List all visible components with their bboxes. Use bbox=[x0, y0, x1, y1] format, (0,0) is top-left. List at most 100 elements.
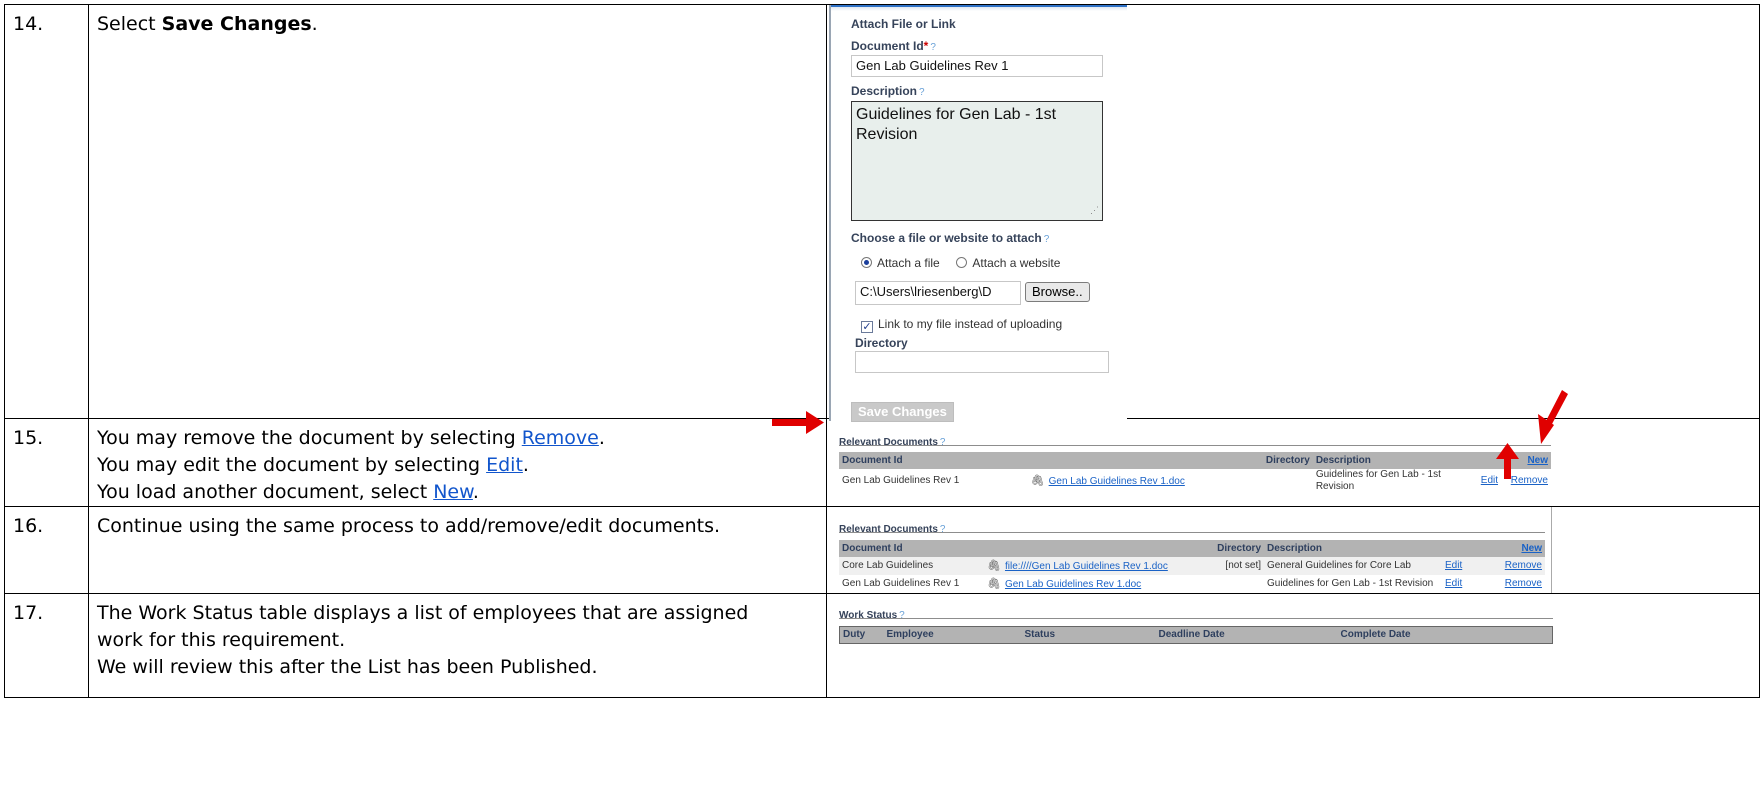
work-status-title-text: Work Status bbox=[839, 610, 898, 621]
step-line: work for this requirement. bbox=[97, 629, 346, 651]
choose-label: Choose a file or website to attach? bbox=[851, 231, 1049, 247]
step-text-pre: Select bbox=[97, 13, 162, 35]
table-header: Document Id Directory Description New bbox=[839, 452, 1551, 469]
new-link[interactable]: New bbox=[1527, 455, 1548, 466]
screenshot-cell: Relevant Documents? Document Id Director… bbox=[826, 418, 1760, 507]
col-document-id: Document Id bbox=[839, 540, 984, 557]
description-label: Description? bbox=[851, 84, 925, 100]
relevant-docs-table: Document Id Directory Description New Co… bbox=[839, 540, 1545, 593]
edit-cell: Edit bbox=[1442, 557, 1476, 575]
edit-cell: Edit bbox=[1442, 575, 1476, 593]
new-link[interactable]: New bbox=[1521, 543, 1542, 554]
col-file bbox=[984, 540, 1209, 557]
file-cell: 🖇 Gen Lab Guidelines Rev 1.doc bbox=[984, 575, 1209, 593]
col-employee: Employee bbox=[883, 626, 1022, 644]
step-text: Select Save Changes. bbox=[88, 4, 827, 419]
step-line: You may remove the document by selecting… bbox=[97, 425, 826, 452]
help-icon[interactable]: ? bbox=[899, 610, 905, 621]
link-checkbox-label[interactable]: Link to my file instead of uploading bbox=[878, 317, 1062, 331]
link-checkbox-row: ✓ Link to my file instead of uploading bbox=[861, 317, 1062, 333]
edit-cell: Edit bbox=[1478, 469, 1508, 493]
directory-input[interactable] bbox=[855, 351, 1109, 373]
help-icon[interactable]: ? bbox=[1044, 234, 1050, 245]
new-link[interactable]: New bbox=[433, 481, 473, 503]
link-checkbox[interactable]: ✓ bbox=[861, 321, 873, 333]
remove-link[interactable]: Remove bbox=[1511, 475, 1548, 486]
description-cell: General Guidelines for Core Lab bbox=[1264, 557, 1442, 575]
edit-link[interactable]: Edit bbox=[1445, 560, 1462, 571]
directory-label: Directory bbox=[855, 336, 908, 350]
help-icon[interactable]: ? bbox=[930, 42, 936, 53]
description-textarea[interactable]: Guidelines for Gen Lab - 1st Revision ⋰ bbox=[851, 101, 1103, 221]
file-link[interactable]: Gen Lab Guidelines Rev 1.doc bbox=[1005, 579, 1141, 590]
section-divider bbox=[839, 532, 1545, 533]
browse-button[interactable]: Browse.. bbox=[1025, 282, 1090, 302]
radio-attach-file-label[interactable]: Attach a file bbox=[877, 256, 940, 270]
col-description: Description bbox=[1312, 452, 1478, 469]
remove-cell: Remove bbox=[1508, 469, 1551, 493]
step-line-text: You load another document, select bbox=[97, 481, 434, 503]
edit-link[interactable]: Edit bbox=[1445, 578, 1462, 589]
file-cell: 🖇 file:////Gen Lab Guidelines Rev 1.doc bbox=[984, 557, 1209, 575]
doc-id-input[interactable]: Gen Lab Guidelines Rev 1 bbox=[851, 55, 1103, 77]
choose-label-text: Choose a file or website to attach bbox=[851, 231, 1042, 245]
file-link[interactable]: file:////Gen Lab Guidelines Rev 1.doc bbox=[1005, 561, 1168, 572]
screenshot-cell: Relevant Documents? Document Id Director… bbox=[826, 506, 1760, 594]
help-icon[interactable]: ? bbox=[919, 87, 925, 98]
table-row: Gen Lab Guidelines Rev 1 🖇 Gen Lab Guidel… bbox=[839, 575, 1545, 593]
instruction-table: 14. Select Save Changes. Attach File or … bbox=[4, 4, 1760, 698]
work-status-title: Work Status? bbox=[839, 602, 905, 629]
directory-cell bbox=[1209, 575, 1264, 593]
step-text-post: . bbox=[311, 13, 318, 35]
table-row: Core Lab Guidelines 🖇 file:////Gen Lab Gu… bbox=[839, 557, 1545, 575]
file-path-input[interactable]: C:\Users\lriesenberg\D bbox=[855, 281, 1021, 305]
scrollbar-edge bbox=[1551, 507, 1552, 593]
remove-link[interactable]: Remove bbox=[1505, 560, 1542, 571]
attach-type-radios: Attach a file Attach a website bbox=[861, 256, 1060, 270]
col-status: Status bbox=[1021, 626, 1156, 644]
file-link[interactable]: Gen Lab Guidelines Rev 1.doc bbox=[1049, 476, 1185, 487]
col-directory: Directory bbox=[1209, 540, 1264, 557]
col-directory: Directory bbox=[1250, 452, 1313, 469]
help-icon[interactable]: ? bbox=[940, 437, 946, 448]
required-mark: * bbox=[923, 39, 929, 53]
description-label-text: Description bbox=[851, 84, 918, 98]
description-cell: Guidelines for Gen Lab - 1st Revision bbox=[1315, 469, 1441, 492]
period: . bbox=[598, 427, 605, 449]
col-edit bbox=[1442, 540, 1476, 557]
step-text-bold: Save Changes bbox=[161, 13, 312, 35]
col-deadline-date: Deadline Date bbox=[1155, 626, 1338, 644]
remove-cell: Remove bbox=[1476, 557, 1545, 575]
relevant-docs-table: Document Id Directory Description New Ge… bbox=[839, 452, 1551, 493]
remove-link[interactable]: Remove bbox=[1505, 578, 1542, 589]
file-cell: 🖇 Gen Lab Guidelines Rev 1.doc bbox=[1028, 469, 1251, 493]
step-number: 15. bbox=[4, 418, 89, 507]
col-new: New bbox=[1476, 540, 1545, 557]
edit-link[interactable]: Edit bbox=[1481, 475, 1498, 486]
paperclip-icon: 🖇 bbox=[987, 577, 1001, 590]
radio-attach-website[interactable] bbox=[956, 257, 968, 268]
doc-id-label-text: Document Id bbox=[851, 39, 924, 53]
radio-attach-website-label[interactable]: Attach a website bbox=[972, 256, 1060, 270]
col-duty: Duty bbox=[839, 626, 884, 644]
edit-link[interactable]: Edit bbox=[486, 454, 523, 476]
panel-title: Attach File or Link bbox=[851, 17, 956, 31]
remove-link[interactable]: Remove bbox=[522, 427, 599, 449]
work-status-table: Duty Employee Status Deadline Date Compl… bbox=[839, 626, 1553, 644]
resize-grip-icon[interactable]: ⋰ bbox=[1090, 200, 1099, 220]
col-document-id: Document Id bbox=[839, 452, 1028, 469]
step-line-text: You may edit the document by selecting bbox=[97, 454, 487, 476]
table-header: Duty Employee Status Deadline Date Compl… bbox=[839, 626, 1553, 644]
section-divider bbox=[839, 618, 1553, 619]
radio-attach-file[interactable] bbox=[861, 257, 872, 268]
step-line: The Work Status table displays a list of… bbox=[97, 602, 749, 624]
doc-id-cell: Gen Lab Guidelines Rev 1 bbox=[842, 578, 960, 589]
description-cell: Guidelines for Gen Lab - 1st Revision bbox=[1267, 578, 1434, 589]
paperclip-icon: 🖇 bbox=[987, 559, 1001, 572]
table-header: Document Id Directory Description New bbox=[839, 540, 1545, 557]
help-icon[interactable]: ? bbox=[940, 524, 946, 535]
directory-cell bbox=[1251, 469, 1313, 493]
step-number: 16. bbox=[4, 506, 89, 594]
panel-top-bar bbox=[831, 5, 1127, 11]
step-number: 14. bbox=[4, 4, 89, 419]
